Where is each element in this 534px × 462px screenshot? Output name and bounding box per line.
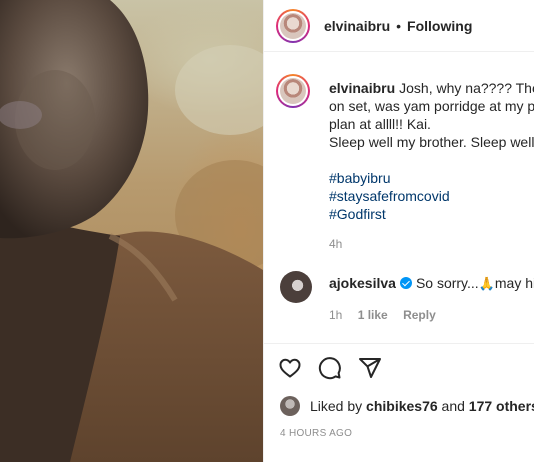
comment-timestamp[interactable]: 1h — [329, 308, 342, 322]
hashtag-link[interactable]: #Godfirst — [329, 205, 450, 223]
caption-avatar[interactable] — [276, 74, 310, 108]
verified-badge-icon — [399, 277, 412, 289]
liker-avatar[interactable] — [280, 396, 300, 416]
reply-button[interactable]: Reply — [403, 308, 436, 322]
caption-timestamp[interactable]: 4h — [329, 237, 342, 251]
comment-body: So sorry... — [415, 275, 479, 291]
comment-icon[interactable] — [318, 356, 342, 380]
caption-line-3: plan at allll!! Kai. — [329, 116, 431, 132]
hashtag-link[interactable]: #staysafefromcovid — [329, 187, 450, 205]
likes-prefix: Liked by — [310, 398, 363, 414]
post-photo — [0, 0, 263, 462]
comment-likes[interactable]: 1 like — [358, 308, 388, 322]
post-panel: elvinaibru • Following elvinaibru Josh, w… — [263, 0, 534, 462]
commenter-username[interactable]: ajokesilva — [329, 275, 396, 291]
caption-line-4: Sleep well my brother. Sleep well.. — [329, 134, 534, 150]
author-avatar[interactable] — [276, 8, 310, 43]
caption-hashtags: #babyibru #staysafefromcovid #Godfirst — [329, 169, 450, 223]
comment-text: ajokesilva So sorry...🙏may his — [329, 275, 534, 292]
heart-icon[interactable] — [278, 356, 302, 380]
following-button[interactable]: Following — [407, 18, 472, 34]
share-icon[interactable] — [358, 356, 382, 380]
photo-illustration — [0, 0, 263, 462]
likes-others-count[interactable]: 177 others — [469, 398, 534, 414]
comment-meta: 1h 1 like Reply — [329, 308, 448, 322]
likes-and: and — [441, 398, 465, 414]
post-timestamp[interactable]: 4 HOURS AGO — [280, 428, 352, 439]
author-username[interactable]: elvinaibru — [324, 18, 390, 34]
comment-body-end: may his — [494, 275, 534, 291]
caption-line-2: on set, was yam porridge at my pla — [329, 98, 534, 114]
caption-username[interactable]: elvinaibru — [329, 80, 395, 96]
header-separator: • — [396, 17, 402, 34]
pray-emoji: 🙏 — [478, 276, 495, 291]
hashtag-link[interactable]: #babyibru — [329, 169, 450, 187]
likes-summary: Liked by chibikes76 and 177 others — [280, 396, 534, 416]
caption-line-1: Josh, why na???? The pl — [399, 80, 534, 96]
comments-section: elvinaibruJosh, why na???? The pl on set… — [264, 53, 534, 344]
post-header: elvinaibru • Following — [264, 0, 534, 52]
commenter-avatar[interactable] — [280, 271, 312, 303]
liker-username[interactable]: chibikes76 — [366, 398, 438, 414]
action-bar — [278, 356, 382, 380]
caption-text: elvinaibruJosh, why na???? The pl on set… — [329, 79, 534, 151]
